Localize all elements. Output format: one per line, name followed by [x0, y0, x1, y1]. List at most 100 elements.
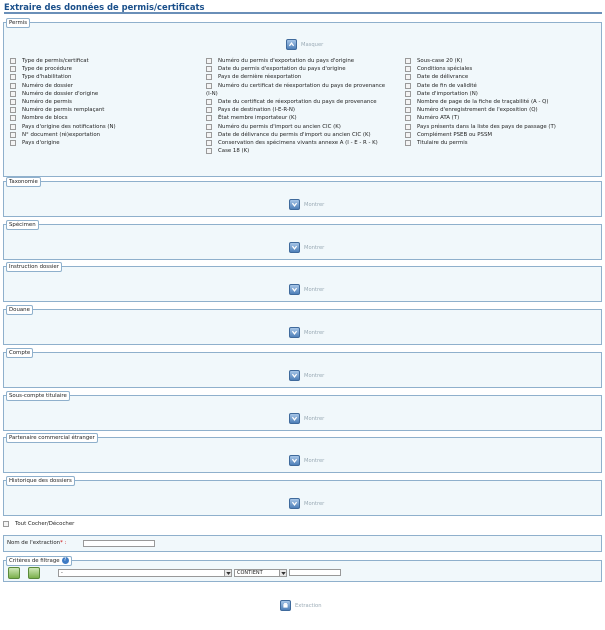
masquer-button[interactable]: Masquer	[286, 39, 323, 50]
permis-col1-item[interactable]: Type d'habilitation	[10, 73, 71, 81]
permis-col2-item[interactable]: Pays de destination (I-E-R-N)	[206, 106, 295, 114]
tout-cocher-checkbox[interactable]	[3, 521, 9, 527]
permis-checkbox[interactable]	[405, 90, 411, 97]
permis-checkbox[interactable]	[405, 99, 411, 105]
permis-col2-item[interactable]: Numéro du permis d'import ou ancien CIC …	[206, 123, 341, 131]
montrer-button[interactable]: Montrer	[289, 327, 324, 338]
permis-col3-item[interactable]: Titulaire du permis	[405, 139, 468, 147]
permis-checkbox[interactable]	[10, 58, 16, 64]
permis-col2-item[interactable]: Numéro du certificat de réexportation du…	[206, 82, 385, 90]
permis-col1-item[interactable]: Numéro de permis	[10, 98, 72, 106]
permis-checkbox[interactable]	[10, 99, 16, 105]
montrer-button[interactable]: Montrer	[289, 413, 324, 424]
permis-col2-item[interactable]: Case 18 (K)	[206, 147, 249, 155]
permis-checkbox[interactable]	[206, 74, 212, 81]
montrer-button[interactable]: Montrer	[289, 498, 324, 509]
permis-checkbox[interactable]	[10, 90, 16, 97]
permis-checkbox-label: Date du certificat de réexportation du p…	[218, 99, 377, 105]
permis-checkbox-label: Date d'importation (N)	[417, 90, 478, 97]
permis-checkbox[interactable]	[206, 140, 212, 146]
permis-checkbox[interactable]	[10, 140, 16, 146]
montrer-button[interactable]: Montrer	[289, 199, 324, 210]
permis-checkbox[interactable]	[206, 123, 212, 130]
permis-checkbox[interactable]	[10, 82, 16, 89]
permis-checkbox[interactable]	[206, 131, 212, 138]
permis-checkbox[interactable]	[405, 66, 411, 73]
permis-checkbox[interactable]	[10, 131, 16, 138]
permis-checkbox-label: Complément PSEB ou PSSM	[417, 131, 493, 138]
permis-col2-item[interactable]: Conservation des spécimens vivants annex…	[206, 139, 378, 147]
permis-col3-item[interactable]: Date de fin de validité	[405, 82, 477, 90]
permis-col2-item[interactable]: Date du permis d'exportation du pays d'o…	[206, 65, 346, 73]
permis-checkbox[interactable]	[405, 131, 411, 138]
filter-operator-select[interactable]: CONTIENT	[234, 569, 287, 577]
permis-checkbox-label: N° document (ré)exportation	[22, 131, 101, 138]
permis-col1-item[interactable]: Type de permis/certificat	[10, 57, 89, 65]
permis-checkbox[interactable]	[405, 82, 411, 89]
extraction-button[interactable]: Extraction	[280, 600, 321, 611]
filter-value-input[interactable]	[289, 569, 341, 576]
permis-checkbox[interactable]	[10, 115, 16, 122]
permis-col1-item[interactable]: Pays d'origine	[10, 139, 60, 147]
permis-checkbox[interactable]	[10, 107, 16, 114]
required-mark: *	[60, 540, 63, 546]
permis-checkbox[interactable]	[10, 66, 16, 73]
montrer-button[interactable]: Montrer	[289, 455, 324, 466]
permis-checkbox[interactable]	[405, 107, 411, 114]
permis-col3-item[interactable]: Nombre de page de la fiche de traçabilit…	[405, 98, 548, 106]
permis-checkbox[interactable]	[206, 82, 212, 89]
permis-checkbox[interactable]	[10, 74, 16, 81]
permis-col2-item[interactable]: Pays de dernière réexportation	[206, 73, 301, 81]
montrer-button[interactable]: Montrer	[289, 370, 324, 381]
permis-col1-item[interactable]: Pays d'origine des notifications (N)	[10, 123, 116, 131]
permis-col2-item[interactable]: Numéro du permis d'exportation du pays d…	[206, 57, 354, 65]
permis-col3-item[interactable]: Numéro d'enregistrement de l'exposition …	[405, 106, 538, 114]
permis-checkbox[interactable]	[206, 58, 212, 64]
permis-col3-item[interactable]: Complément PSEB ou PSSM	[405, 131, 492, 139]
permis-checkbox[interactable]	[405, 115, 411, 122]
montrer-button[interactable]: Montrer	[289, 242, 324, 253]
permis-col3-item[interactable]: Conditions spéciales	[405, 65, 472, 73]
filter-field-select[interactable]: -	[58, 569, 232, 577]
permis-col2-item[interactable]: État membre importateur (K)	[206, 114, 297, 122]
permis-checkbox[interactable]	[206, 66, 212, 73]
permis-checkbox[interactable]	[405, 58, 411, 64]
permis-col1-item[interactable]: Numéro de dossier	[10, 82, 73, 90]
permis-checkbox[interactable]	[10, 123, 16, 130]
permis-col3-item[interactable]: Sous-case 20 (K)	[405, 57, 462, 65]
add-filter-button[interactable]	[8, 567, 20, 579]
section-collapsed: Partenaire commercial étranger Montrer	[3, 433, 602, 473]
permis-checkbox[interactable]	[405, 140, 411, 146]
permis-col3-item[interactable]: Numéro ATA (T)	[405, 114, 459, 122]
montrer-button[interactable]: Montrer	[289, 284, 324, 295]
remove-filter-button[interactable]	[28, 567, 40, 579]
permis-checkbox-label: Pays d'origine des notifications (N)	[22, 123, 116, 130]
permis-checkbox[interactable]	[206, 107, 212, 114]
permis-col1-item[interactable]: N° document (ré)exportation	[10, 131, 100, 139]
section-legend: Spécimen	[6, 220, 39, 230]
permis-col1-item[interactable]: Numéro de permis remplaçant	[10, 106, 104, 114]
permis-checkbox[interactable]	[206, 148, 212, 155]
permis-checkbox[interactable]	[405, 74, 411, 81]
permis-col2-item[interactable]: Date du certificat de réexportation du p…	[206, 98, 377, 106]
section-collapsed: Taxonomie Montrer	[3, 177, 602, 217]
permis-col1-item[interactable]: Type de procédure	[10, 65, 72, 73]
permis-col1-item[interactable]: Numéro de dossier d'origine	[10, 90, 98, 98]
permis-col3-item[interactable]: Pays présents dans la liste des pays de …	[405, 123, 556, 131]
permis-col3-item[interactable]: Date d'importation (N)	[405, 90, 478, 98]
permis-checkbox-label: Type de procédure	[22, 66, 72, 73]
tout-cocher-row[interactable]: Tout Cocher/Décocher	[3, 520, 74, 528]
extraction-name-input[interactable]	[83, 540, 155, 547]
permis-col2-item[interactable]: Date de délivrance du permis d'import ou…	[206, 131, 371, 139]
page-header: Extraire des données de permis/certifica…	[4, 2, 602, 14]
info-icon[interactable]: ?	[61, 557, 69, 564]
permis-col3-item[interactable]: Date de délivrance	[405, 73, 468, 81]
permis-checkbox[interactable]	[405, 123, 411, 130]
permis-col1-item[interactable]: Nombre de blocs	[10, 114, 68, 122]
permis-checkbox[interactable]	[206, 115, 212, 122]
masquer-label: Masquer	[301, 41, 324, 48]
section-legend: Instruction dossier	[6, 262, 62, 272]
permis-checkbox[interactable]	[206, 99, 212, 105]
extraction-label: Extraction	[295, 602, 322, 609]
montrer-label: Montrer	[304, 201, 325, 208]
